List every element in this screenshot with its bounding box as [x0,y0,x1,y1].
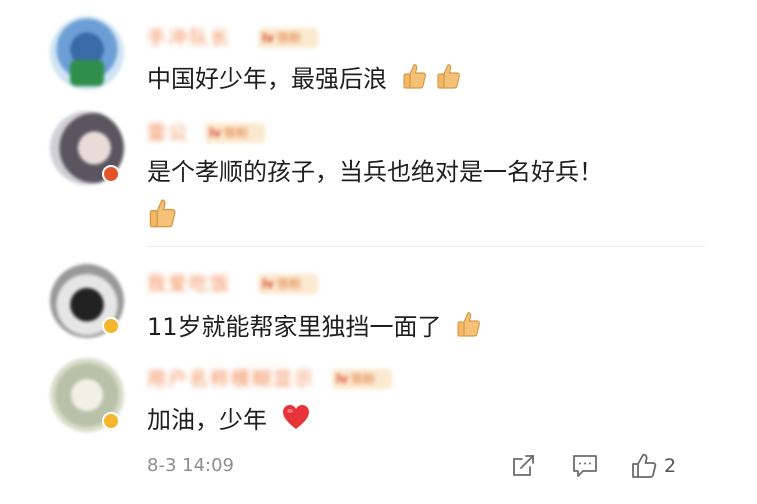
comment-text: 中国好少年，最强后浪 [147,62,463,98]
thumbs-up-icon [147,197,179,233]
comment-text: 是个孝顺的孩子，当兵也绝对是一名好兵！ [147,158,603,186]
fan-badge: lv 铁粉 [258,274,318,294]
username[interactable]: 雷公 [147,121,189,145]
divider [147,246,705,247]
verified-badge [102,317,120,335]
username[interactable]: 用户名称模糊显示 [147,367,315,391]
thumbs-up-icon [401,62,429,98]
avatar[interactable] [50,16,124,90]
share-icon [510,453,536,479]
like-count: 2 [664,455,677,477]
thumbs-up-icon [435,62,463,98]
thumbs-up-icon [455,310,483,346]
comment-text: 11岁就能帮家里独挡一面了 [147,310,483,346]
comment-text: 加油，少年 [147,403,311,439]
comment-icon [571,453,599,479]
timestamp: 8-3 14:09 [147,455,234,476]
fan-badge: lv 铁粉 [332,369,392,389]
fan-badge: lv 铁粉 [205,123,265,143]
username[interactable]: 我爱吃饭 [147,272,231,296]
heart-icon [281,403,311,439]
verified-badge [102,412,120,430]
username[interactable]: 手冲队长 [147,26,231,50]
verified-badge [102,165,120,183]
like-icon [630,452,658,480]
like-button[interactable]: 2 [630,452,676,480]
share-button[interactable] [510,452,536,480]
comment-button[interactable] [571,452,599,480]
fan-badge: lv 铁粉 [258,28,318,48]
